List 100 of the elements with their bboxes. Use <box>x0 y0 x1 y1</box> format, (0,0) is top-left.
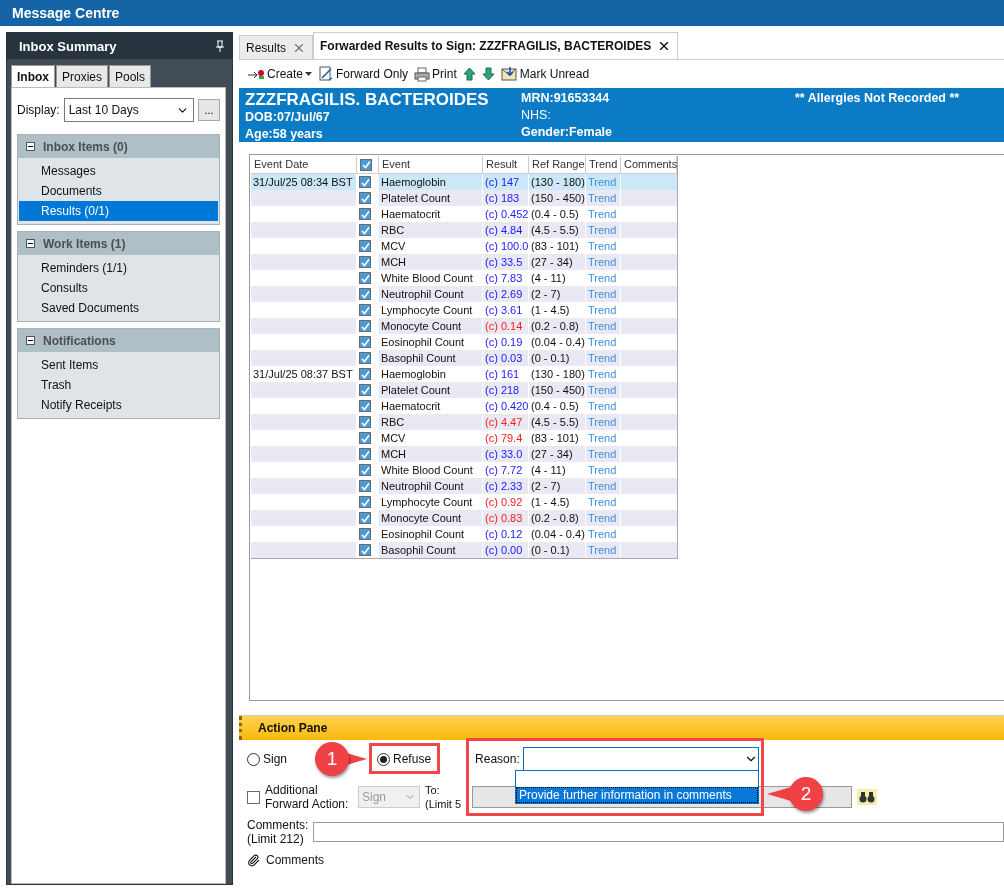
table-cell-text: Basophil Count <box>381 543 456 558</box>
table-cell-text: (c) 2.69 <box>485 287 523 302</box>
table-cell-text: (83 - 101) <box>531 239 579 254</box>
trend-link[interactable]: Trend <box>588 206 617 222</box>
sidebar-item[interactable]: Consults <box>19 278 218 298</box>
checkbox[interactable] <box>359 544 371 556</box>
binoculars-icon[interactable] <box>857 789 878 805</box>
table-row[interactable]: RBC (c) 4.47 (4.5 - 5.5) Trend <box>251 414 677 430</box>
trend-link[interactable]: Trend <box>588 398 617 414</box>
table-row[interactable]: RBC (c) 4.84 (4.5 - 5.5) Trend <box>251 222 677 238</box>
trend-link[interactable]: Trend <box>588 430 617 446</box>
comments-field[interactable] <box>313 822 1004 842</box>
minus-icon[interactable] <box>26 239 35 248</box>
checkbox[interactable] <box>359 240 371 252</box>
table-row[interactable]: Platelet Count (c) 218 (150 - 450) Trend <box>251 382 677 398</box>
sidebar-tab[interactable]: Pools <box>109 65 152 87</box>
sidebar-item[interactable]: Documents <box>19 181 218 201</box>
checkbox[interactable] <box>359 448 371 460</box>
sidebar-item[interactable]: Messages <box>19 161 218 181</box>
sidebar-item[interactable]: Results (0/1) <box>19 201 218 221</box>
trend-link[interactable]: Trend <box>588 462 617 478</box>
radio-button[interactable]: Refuse <box>377 752 432 766</box>
select-all-checkbox[interactable] <box>360 158 372 171</box>
printer-icon <box>414 66 431 82</box>
pin-icon[interactable] <box>216 40 224 52</box>
sidebar-item[interactable]: Notify Receipts <box>19 395 218 415</box>
document-tab[interactable]: Forwarded Results to Sign: ZZZFRAGILIS, BACTEROIDES <box>313 32 679 59</box>
patient-age: Age:58 years <box>245 126 324 143</box>
table-cell-text: (150 - 450) <box>531 191 585 206</box>
sidebar-item[interactable]: Reminders (1/1) <box>19 258 218 278</box>
sidebar-item[interactable]: Sent Items <box>19 355 218 375</box>
table-row[interactable]: 31/Jul/25 08:34 BST Haemoglobin (c) 147 (130 - 180) Trend <box>251 174 677 190</box>
table-row[interactable]: Basophil Count (c) 0.03 (0 - 0.1) Trend <box>251 350 677 366</box>
checkbox[interactable] <box>359 304 371 316</box>
sidebar-tab[interactable]: Proxies <box>56 65 108 87</box>
checkbox[interactable] <box>359 352 371 364</box>
checkbox[interactable] <box>359 496 371 508</box>
checkbox[interactable] <box>359 480 371 492</box>
checkbox[interactable] <box>359 432 371 444</box>
table-cell-text: (27 - 34) <box>531 447 573 462</box>
section-header[interactable]: Inbox Items (0) <box>18 135 219 158</box>
display-dropdown[interactable]: Last 10 Days <box>63 98 194 122</box>
checkbox[interactable] <box>359 224 371 236</box>
checkbox[interactable] <box>359 368 371 380</box>
more-button[interactable]: ... <box>198 99 220 121</box>
table-row[interactable]: Neutrophil Count (c) 2.69 (2 - 7) Trend <box>251 286 677 302</box>
table-row[interactable]: Basophil Count (c) 0.00 (0 - 0.1) Trend <box>251 542 677 558</box>
reason-dropdown[interactable] <box>522 747 759 771</box>
table-row[interactable]: Platelet Count (c) 183 (150 - 450) Trend <box>251 190 677 206</box>
dropdown-option[interactable]: Provide further information in comments <box>516 787 758 803</box>
table-row[interactable]: Monocyte Count (c) 0.14 (0.2 - 0.8) Trend <box>251 318 677 334</box>
sidebar-tab[interactable]: Inbox <box>11 65 55 87</box>
toolbar-button[interactable]: Mark Unread <box>500 66 590 82</box>
table-row[interactable]: Monocyte Count (c) 0.83 (0.2 - 0.8) Trend <box>251 510 677 526</box>
checkbox[interactable] <box>359 272 371 284</box>
table-cell-text: (c) 147 <box>485 175 520 190</box>
section-header[interactable]: Work Items (1) <box>18 232 219 255</box>
down-arrow-icon[interactable] <box>481 67 495 81</box>
up-arrow-icon[interactable] <box>462 67 476 81</box>
checkbox[interactable] <box>359 288 371 300</box>
window-title: Message Centre <box>0 0 1004 26</box>
minus-icon[interactable] <box>26 142 35 151</box>
table-cell-text: (0 - 0.1) <box>531 351 570 366</box>
trend-link[interactable]: Trend <box>588 270 617 286</box>
checkbox[interactable] <box>359 320 371 332</box>
table-cell-text: (0.04 - 0.4) <box>531 527 585 542</box>
checkbox[interactable] <box>359 208 371 220</box>
checkbox[interactable] <box>359 400 371 412</box>
checkbox[interactable] <box>359 336 371 348</box>
checkbox[interactable] <box>359 464 371 476</box>
checkbox[interactable] <box>359 528 371 540</box>
paperclip-icon[interactable] <box>247 853 260 867</box>
table-cell-text: (0.2 - 0.8) <box>531 319 579 334</box>
table-row[interactable]: MCH (c) 33.0 (27 - 34) Trend <box>251 446 677 462</box>
table-row[interactable]: Neutrophil Count (c) 2.33 (2 - 7) Trend <box>251 478 677 494</box>
toolbar-button[interactable]: Forward Only <box>318 66 409 82</box>
document-tab[interactable]: Results <box>239 35 313 59</box>
trend-link[interactable]: Trend <box>588 494 617 510</box>
checkbox[interactable] <box>359 512 371 524</box>
toolbar-button[interactable]: Create <box>247 67 313 81</box>
trend-link[interactable]: Trend <box>588 526 617 542</box>
checkbox[interactable] <box>359 256 371 268</box>
checkbox[interactable] <box>359 176 371 188</box>
radio-button[interactable]: Sign <box>247 752 288 766</box>
trend-link[interactable]: Trend <box>588 238 617 254</box>
section-header[interactable]: Notifications <box>18 329 219 352</box>
table-row[interactable]: MCH (c) 33.5 (27 - 34) Trend <box>251 254 677 270</box>
trend-link[interactable]: Trend <box>588 302 617 318</box>
table-cell-text: (c) 100.0 <box>485 239 529 254</box>
table-cell-text: (0.4 - 0.5) <box>531 399 579 414</box>
minus-icon[interactable] <box>26 336 35 345</box>
checkbox[interactable] <box>359 416 371 428</box>
toolbar-button[interactable]: Print <box>414 66 457 82</box>
checkbox[interactable] <box>359 192 371 204</box>
patient-mrn: MRN:91653344 <box>521 90 611 107</box>
checkbox[interactable] <box>359 384 371 396</box>
trend-link[interactable]: Trend <box>588 334 617 350</box>
sidebar-item[interactable]: Saved Documents <box>19 298 218 318</box>
trend-link[interactable]: Trend <box>588 366 617 382</box>
sidebar-item[interactable]: Trash <box>19 375 218 395</box>
